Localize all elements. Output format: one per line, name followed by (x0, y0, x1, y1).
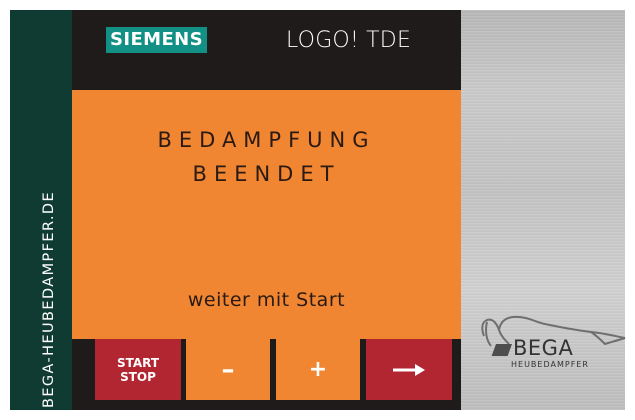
device-frame: BEGA-HEUBEDAMPFER.DE SIEMENS LOGO! TDE B… (0, 0, 635, 420)
stop-label: STOP (120, 369, 156, 384)
bega-logo-text: BEGA (513, 336, 574, 360)
metal-plate: BEGA HEUBEDAMPFER (461, 10, 626, 410)
plus-label: + (308, 357, 328, 382)
plus-button[interactable]: + (276, 339, 360, 400)
minus-label: – (221, 354, 235, 385)
minus-button[interactable]: – (186, 339, 270, 400)
website-label: BEGA-HEUBEDAMPFER.DE (41, 190, 57, 408)
control-panel: SIEMENS LOGO! TDE BEDAMPFUNG BEENDET wei… (72, 10, 461, 410)
hint-text: weiter mit Start (187, 289, 346, 311)
display-screen: BEDAMPFUNG BEENDET weiter mit Start (72, 90, 461, 339)
status-line-2: BEENDET (192, 162, 341, 186)
start-stop-button[interactable]: START STOP (95, 339, 181, 400)
next-button[interactable] (366, 339, 452, 400)
device-title: LOGO! TDE (286, 28, 412, 53)
start-label: START (116, 355, 160, 370)
bega-logo-subtext: HEUBEDAMPFER (511, 360, 589, 369)
right-arrow-icon (393, 363, 425, 376)
siemens-logo: SIEMENS (106, 27, 207, 53)
status-line-1: BEDAMPFUNG (157, 128, 376, 152)
